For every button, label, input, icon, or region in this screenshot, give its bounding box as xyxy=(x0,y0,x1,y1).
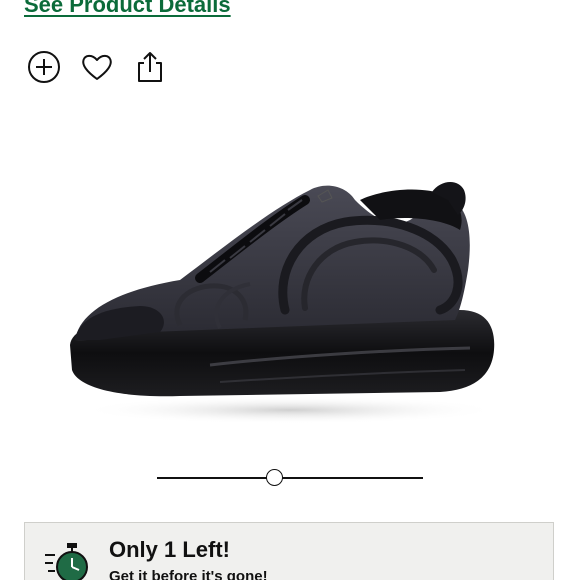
stock-title: Only 1 Left! xyxy=(109,537,231,562)
heart-icon xyxy=(82,54,112,80)
see-product-details-link[interactable]: See Product Details xyxy=(24,0,231,18)
slider-thumb[interactable] xyxy=(265,469,283,486)
action-icons-bar xyxy=(27,50,167,84)
share-button[interactable] xyxy=(133,50,167,84)
stock-alert-banner: Only 1 Left! Get it before it's gone! xyxy=(24,522,554,580)
share-icon xyxy=(138,52,162,82)
sneaker-image xyxy=(70,181,500,424)
plus-circle-icon xyxy=(28,51,60,83)
add-button[interactable] xyxy=(27,50,61,84)
favorite-button[interactable] xyxy=(80,50,114,84)
product-page: See Product Details Only 1 Left! Get it … xyxy=(0,0,580,580)
product-image[interactable] xyxy=(60,160,500,430)
stock-subtitle: Get it before it's gone! xyxy=(109,568,268,580)
stopwatch-icon xyxy=(45,543,88,580)
image-gallery-slider[interactable] xyxy=(157,468,423,488)
slider-track[interactable] xyxy=(157,477,423,479)
